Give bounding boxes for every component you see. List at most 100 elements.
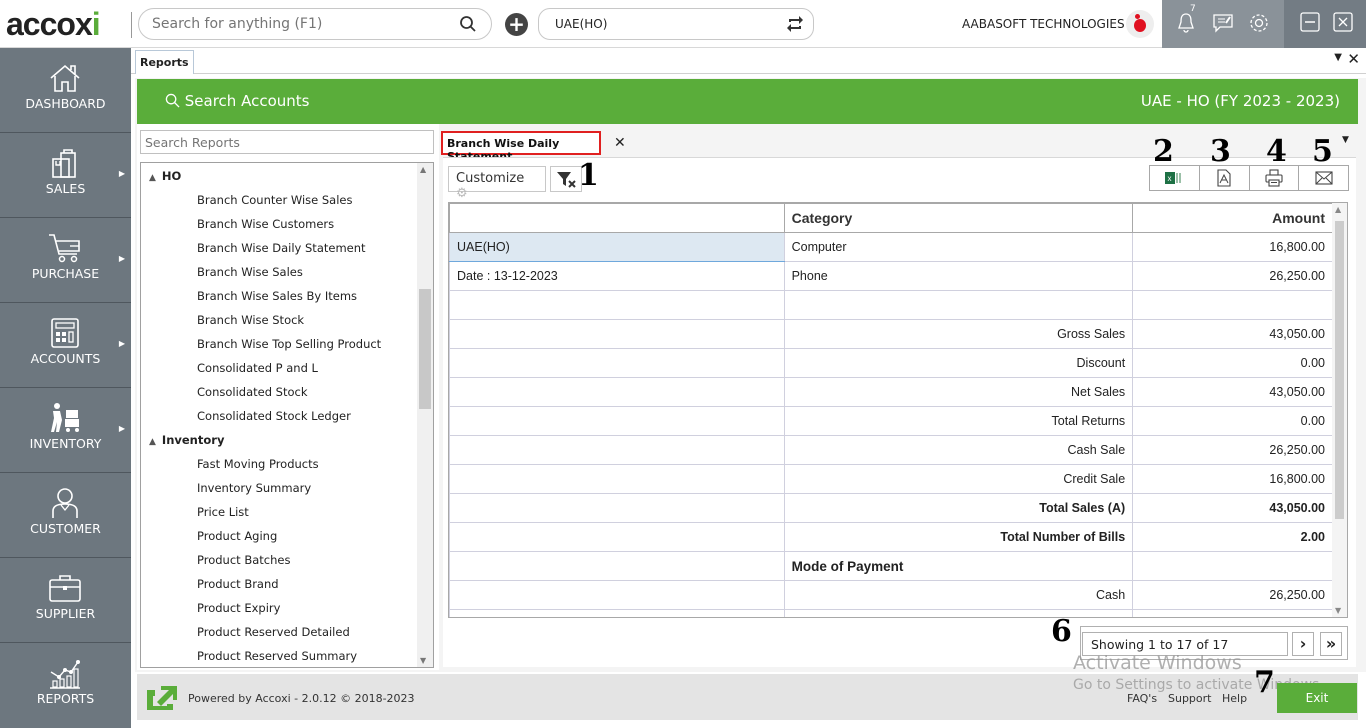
report-item[interactable]: Product Aging (197, 529, 277, 553)
print-button[interactable] (1250, 166, 1300, 190)
branch-selector[interactable]: UAE(HO) (538, 8, 814, 40)
export-pdf-button[interactable] (1200, 166, 1250, 190)
bell-icon[interactable] (1176, 12, 1196, 39)
scroll-down-icon[interactable]: ▼ (420, 656, 426, 665)
search-icon[interactable] (459, 15, 477, 36)
scroll-down-icon[interactable]: ▼ (1335, 606, 1341, 615)
table-row[interactable]: Gross Sales 43,050.00 (449, 319, 1333, 349)
report-item[interactable]: Branch Wise Sales By Items (197, 289, 357, 313)
table-row[interactable]: Total Number of Bills 2.00 (449, 522, 1333, 552)
tab-reports[interactable]: Reports (135, 50, 194, 74)
report-item[interactable]: Product Reserved Summary (197, 649, 357, 667)
report-item[interactable]: Product Expiry (197, 601, 280, 625)
report-item[interactable]: Fast Moving Products (197, 457, 319, 481)
search-reports[interactable] (140, 130, 434, 154)
table-row[interactable]: Total Sales (A) 43,050.00 (449, 493, 1333, 523)
support-link[interactable]: Support (1168, 692, 1211, 705)
last-page-button[interactable]: » (1320, 632, 1342, 656)
report-item[interactable]: Branch Wise Top Selling Product (197, 337, 381, 361)
grid-scrollbar[interactable]: ▲ ▼ (1332, 203, 1347, 617)
sidebar-item-inventory[interactable]: INVENTORY ▶ (0, 388, 131, 473)
tab-close-icon[interactable]: ✕ (1347, 50, 1360, 68)
export-excel-button[interactable]: x (1150, 166, 1200, 190)
sidebar-item-reports[interactable]: REPORTS (0, 643, 131, 728)
report-item[interactable]: Branch Wise Stock (197, 313, 304, 337)
table-row[interactable] (449, 609, 1333, 617)
search-accounts-button[interactable]: Search Accounts (165, 92, 309, 110)
tab-dropdown-icon[interactable]: ▼ (1334, 52, 1342, 63)
home-icon (50, 64, 80, 92)
report-item[interactable]: Branch Wise Customers (197, 217, 334, 241)
next-page-button[interactable]: › (1292, 632, 1314, 656)
report-item[interactable]: Inventory Summary (197, 481, 311, 505)
global-search-input[interactable] (152, 16, 452, 32)
report-item[interactable]: Consolidated P and L (197, 361, 318, 385)
company-selector[interactable]: AABASOFT TECHNOLOGIES▶ (962, 17, 1136, 31)
report-item[interactable]: Consolidated Stock Ledger (197, 409, 351, 433)
annotation-1: 1 (578, 158, 599, 193)
report-item[interactable]: Product Reserved Detailed (197, 625, 350, 649)
scroll-up-icon[interactable]: ▲ (1335, 205, 1341, 214)
sidebar-item-customer[interactable]: CUSTOMER (0, 473, 131, 558)
sidebar-item-sales[interactable]: SALES ▶ (0, 133, 131, 218)
column-header-amount[interactable]: Amount (1132, 203, 1333, 233)
exit-button[interactable]: Exit (1277, 683, 1357, 713)
report-item[interactable]: Consolidated Stock (197, 385, 308, 409)
amount-cell: 26,250.00 (1132, 261, 1333, 291)
table-row[interactable]: Mode of Payment (449, 551, 1333, 581)
tab-dropdown-icon[interactable]: ▼ (1342, 135, 1349, 145)
table-row[interactable]: Cash 26,250.00 (449, 580, 1333, 610)
table-row[interactable]: Net Sales 43,050.00 (449, 377, 1333, 407)
scroll-up-icon[interactable]: ▲ (420, 165, 426, 174)
inventory-icon (51, 403, 79, 432)
report-item[interactable]: Product Batches (197, 553, 290, 577)
global-search[interactable] (138, 8, 492, 40)
table-row[interactable] (449, 290, 1333, 320)
tab-branch-wise-daily-statement[interactable]: Branch Wise Daily Statement (441, 131, 601, 163)
scroll-thumb[interactable] (1335, 221, 1344, 519)
table-row[interactable]: Date : 13-12-2023 Phone 26,250.00 (449, 261, 1333, 291)
table-row[interactable]: Credit Sale 16,800.00 (449, 464, 1333, 494)
report-item[interactable]: Branch Wise Daily Statement (197, 241, 366, 265)
powered-by-text: Powered by Accoxi - 2.0.12 © 2018-2023 (188, 692, 415, 705)
tree-group-ho[interactable]: ▲ HO (149, 169, 181, 193)
column-header[interactable] (449, 203, 785, 233)
export-toolbar: x (1149, 165, 1349, 191)
collapse-caret-icon[interactable]: ▲ (149, 173, 156, 183)
clear-filter-icon (557, 172, 576, 188)
close-icon[interactable] (1333, 12, 1353, 37)
report-item[interactable]: Price List (197, 505, 249, 529)
sidebar-item-supplier[interactable]: SUPPLIER (0, 558, 131, 643)
category-cell: Total Number of Bills (783, 522, 1134, 552)
scroll-thumb[interactable] (419, 289, 431, 409)
report-item[interactable]: Product Brand (197, 577, 279, 601)
add-icon[interactable]: + (505, 13, 528, 36)
collapse-caret-icon[interactable]: ▲ (149, 437, 156, 447)
sidebar-item-purchase[interactable]: PURCHASE ▶ (0, 218, 131, 303)
table-row[interactable]: Total Returns 0.00 (449, 406, 1333, 436)
chat-icon[interactable] (1212, 12, 1234, 39)
tree-scrollbar[interactable]: ▲ ▼ (417, 163, 433, 667)
faq-link[interactable]: FAQ's (1127, 692, 1157, 705)
email-button[interactable] (1299, 166, 1348, 190)
sidebar-item-accounts[interactable]: ACCOUNTS ▶ (0, 303, 131, 388)
sidebar-item-dashboard[interactable]: DASHBOARD (0, 48, 131, 133)
minimize-icon[interactable] (1300, 12, 1320, 37)
user-avatar[interactable] (1126, 10, 1154, 38)
accoxi-logo: accoxi (6, 6, 101, 42)
refresh-icon[interactable] (785, 14, 805, 39)
table-row[interactable]: Cash Sale 26,250.00 (449, 435, 1333, 465)
gear-icon[interactable] (1248, 12, 1270, 39)
close-tab-icon[interactable]: ✕ (614, 135, 626, 151)
table-row[interactable]: Discount 0.00 (449, 348, 1333, 378)
annotation-7: 7 (1254, 665, 1275, 700)
tree-group-inventory[interactable]: ▲ Inventory (149, 433, 224, 457)
table-row[interactable]: UAE(HO) Computer 16,800.00 (449, 232, 1333, 262)
column-header-category[interactable]: Category (783, 203, 1134, 233)
category-cell: Discount (783, 348, 1134, 378)
report-item[interactable]: Branch Counter Wise Sales (197, 193, 352, 217)
help-link[interactable]: Help (1222, 692, 1247, 705)
report-item[interactable]: Branch Wise Sales (197, 265, 303, 289)
search-reports-input[interactable] (145, 135, 425, 150)
customize-button[interactable]: Customize ⚙ (448, 166, 546, 201)
